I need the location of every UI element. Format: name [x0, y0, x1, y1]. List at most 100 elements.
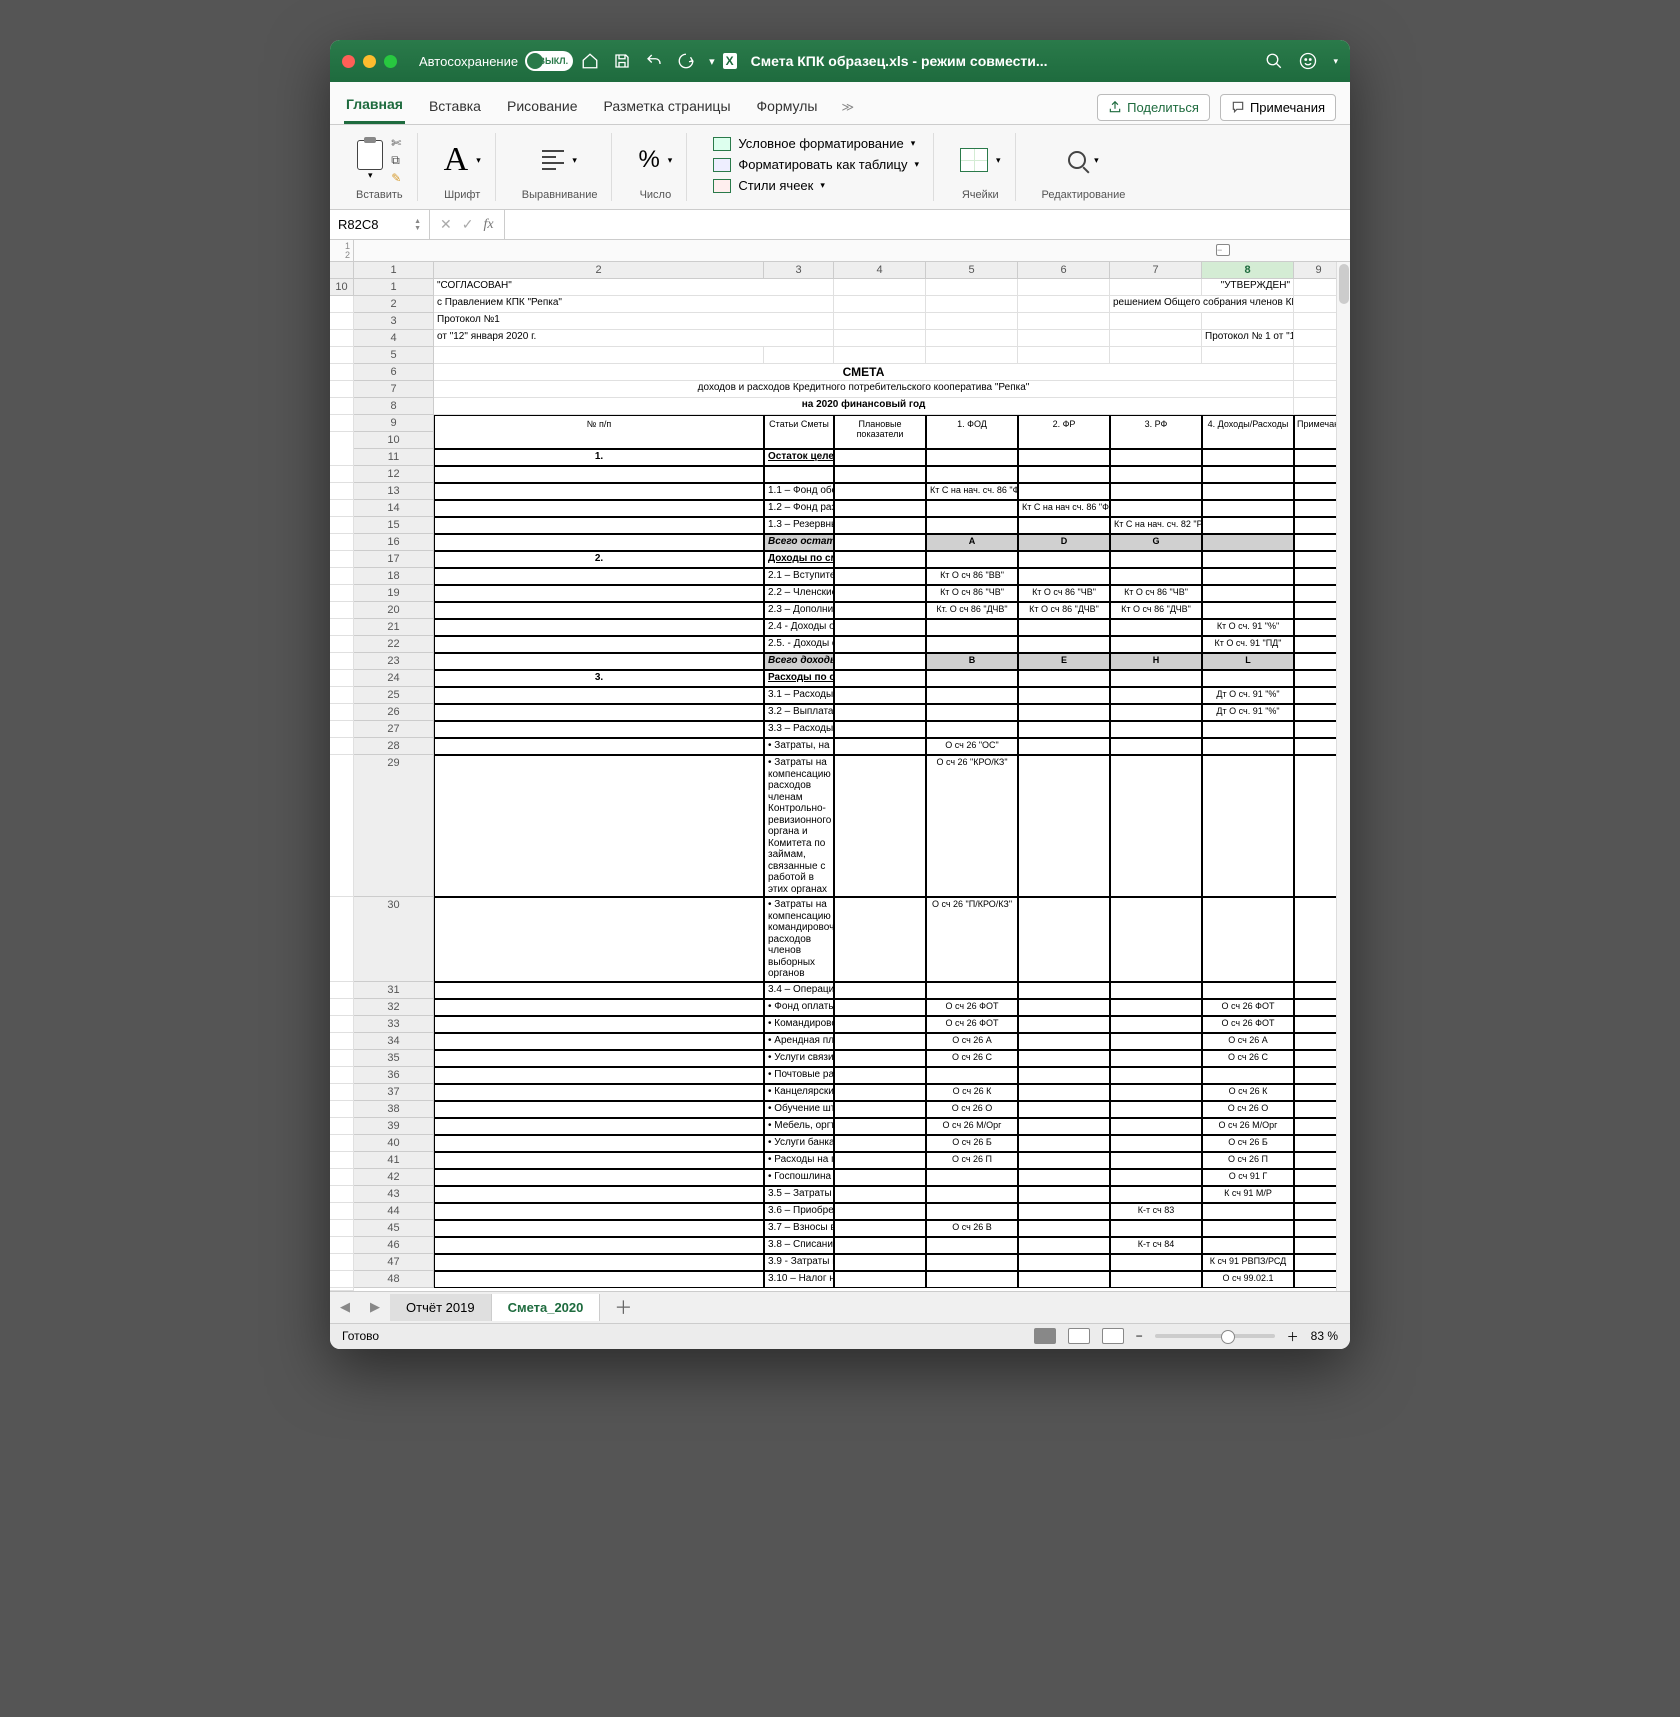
find-icon[interactable]: [1068, 151, 1086, 169]
format-as-table-button[interactable]: Форматировать как таблицу ▾: [713, 154, 919, 175]
ribbon-group-font: A▾ Шрифт: [430, 133, 496, 201]
row-header[interactable]: 5: [354, 347, 434, 364]
ribbon-group-cells: ▾ Ячейки: [946, 133, 1016, 201]
ribbon-group-label: Редактирование: [1042, 189, 1126, 201]
zoom-in-button[interactable]: ＋: [1287, 1328, 1299, 1345]
ribbon: ▾ ✄ ⧉ ✎ Вставить A▾ Шрифт ▾ Выравнивание…: [330, 125, 1350, 210]
cancel-formula-icon[interactable]: ✕: [440, 216, 452, 233]
accept-formula-icon[interactable]: ✓: [462, 216, 474, 233]
ribbon-group-label: Шрифт: [444, 189, 480, 201]
ribbon-tab-draw[interactable]: Рисование: [505, 92, 580, 123]
view-normal-button[interactable]: [1034, 1328, 1056, 1344]
ribbon-group-styles: Условное форматирование ▾ Форматировать …: [699, 133, 934, 201]
ruler: 12 −: [330, 240, 1350, 262]
vertical-scrollbar[interactable]: [1336, 262, 1350, 1291]
column-header[interactable]: 4: [834, 262, 926, 279]
ribbon-group-label: Выравнивание: [522, 189, 598, 201]
column-header[interactable]: 3: [764, 262, 834, 279]
row-header[interactable]: 7: [354, 381, 434, 398]
zoom-out-button[interactable]: −: [1136, 1329, 1143, 1343]
cells-icon[interactable]: [960, 148, 988, 172]
ribbon-tab-formulas[interactable]: Формулы: [755, 92, 820, 123]
name-box[interactable]: R82C8 ▲▼: [330, 210, 430, 239]
account-caret[interactable]: ▾: [1333, 56, 1338, 67]
column-header[interactable]: 8: [1202, 262, 1294, 279]
ribbon-tab-home[interactable]: Главная: [344, 90, 405, 124]
column-header[interactable]: 7: [1110, 262, 1202, 279]
sheet-tab-active[interactable]: Смета_2020: [492, 1294, 601, 1321]
table-header[interactable]: 4. Доходы/Расходы: [1202, 415, 1294, 449]
add-sheet-button[interactable]: ＋: [600, 1294, 646, 1320]
ribbon-group-number: %▾ Число: [624, 133, 687, 201]
table-header[interactable]: 3. РФ: [1110, 415, 1202, 449]
table-header[interactable]: 2. ФР: [1018, 415, 1110, 449]
ribbon-group-alignment: ▾ Выравнивание: [508, 133, 613, 201]
autosave-toggle[interactable]: ВЫКЛ.: [525, 51, 573, 71]
table-header[interactable]: Плановые показатели: [834, 415, 926, 449]
save-icon[interactable]: [613, 52, 631, 70]
number-format-icon[interactable]: %: [638, 146, 659, 174]
row-header[interactable]: 1: [354, 279, 434, 296]
undo-icon[interactable]: [645, 52, 663, 70]
column-header[interactable]: 1: [354, 262, 434, 279]
table-header[interactable]: Статьи Сметы: [764, 415, 834, 449]
ruler-handle[interactable]: −: [1216, 244, 1230, 256]
column-header[interactable]: [330, 262, 354, 279]
sheet-nav-next[interactable]: ▶: [360, 1299, 390, 1315]
formula-bar-row: R82C8 ▲▼ ✕ ✓ fx: [330, 210, 1350, 240]
column-header[interactable]: 5: [926, 262, 1018, 279]
row-header[interactable]: 4: [354, 330, 434, 347]
cell-styles-button[interactable]: Стили ячеек ▾: [713, 175, 825, 196]
document-icon: X: [723, 53, 737, 69]
view-page-break-button[interactable]: [1102, 1328, 1124, 1344]
sheet-tabs: ◀ ▶ Отчёт 2019 Смета_2020 ＋: [330, 1291, 1350, 1323]
column-header[interactable]: 2: [434, 262, 764, 279]
column-header[interactable]: 10: [330, 279, 354, 296]
table-header[interactable]: № п/п: [434, 415, 764, 449]
home-icon[interactable]: [581, 52, 599, 70]
conditional-formatting-button[interactable]: Условное форматирование ▾: [713, 133, 915, 154]
window-controls: [342, 55, 397, 68]
close-window-button[interactable]: [342, 55, 355, 68]
sheet-nav-prev[interactable]: ◀: [330, 1299, 360, 1315]
table-header[interactable]: 1. ФОД: [926, 415, 1018, 449]
font-icon[interactable]: A: [444, 143, 469, 177]
copy-icon[interactable]: ⧉: [391, 153, 401, 168]
minimize-window-button[interactable]: [363, 55, 376, 68]
share-button[interactable]: Поделиться: [1097, 94, 1210, 121]
quick-access-toolbar: ▾: [581, 52, 715, 70]
titlebar: Автосохранение ВЫКЛ. ▾ X Смета КПК образ…: [330, 40, 1350, 82]
comments-button[interactable]: Примечания: [1220, 94, 1336, 121]
column-header[interactable]: 6: [1018, 262, 1110, 279]
fx-icon[interactable]: fx: [483, 217, 493, 233]
autosave-control[interactable]: Автосохранение ВЫКЛ.: [419, 51, 573, 71]
redo-icon[interactable]: [677, 52, 695, 70]
row-header[interactable]: 6: [354, 364, 434, 381]
spreadsheet-grid[interactable]: 123456789101"СОГЛАСОВАН""УТВЕРЖДЕН"2с Пр…: [330, 262, 1350, 1291]
formula-input[interactable]: [505, 210, 1350, 239]
sheet-tab[interactable]: Отчёт 2019: [390, 1294, 492, 1321]
cut-icon[interactable]: ✄: [391, 136, 401, 150]
ribbon-group-editing: ▾ Редактирование: [1028, 133, 1140, 201]
paste-button[interactable]: ▾: [357, 140, 383, 181]
ribbon-group-label: Ячейки: [962, 189, 999, 201]
ribbon-tab-layout[interactable]: Разметка страницы: [602, 92, 733, 123]
ribbon-tab-insert[interactable]: Вставка: [427, 92, 483, 123]
account-icon[interactable]: [1299, 52, 1317, 70]
status-bar: Готово − ＋ 83 %: [330, 1323, 1350, 1349]
format-painter-icon[interactable]: ✎: [391, 171, 401, 185]
view-page-layout-button[interactable]: [1068, 1328, 1090, 1344]
row-header[interactable]: 2: [354, 296, 434, 313]
qat-more[interactable]: ▾: [709, 55, 715, 68]
ribbon-group-label: Число: [640, 189, 672, 201]
app-window: Автосохранение ВЫКЛ. ▾ X Смета КПК образ…: [330, 40, 1350, 1349]
zoom-slider[interactable]: [1155, 1334, 1275, 1338]
status-text: Готово: [342, 1329, 379, 1343]
row-header[interactable]: 3: [354, 313, 434, 330]
ribbon-tabs-more[interactable]: ≫: [841, 100, 854, 114]
zoom-window-button[interactable]: [384, 55, 397, 68]
row-header[interactable]: 8: [354, 398, 434, 415]
alignment-icon[interactable]: [542, 150, 564, 170]
document-title: Смета КПК образец.xls - режим совмести..…: [751, 53, 1048, 69]
search-icon[interactable]: [1265, 52, 1283, 70]
